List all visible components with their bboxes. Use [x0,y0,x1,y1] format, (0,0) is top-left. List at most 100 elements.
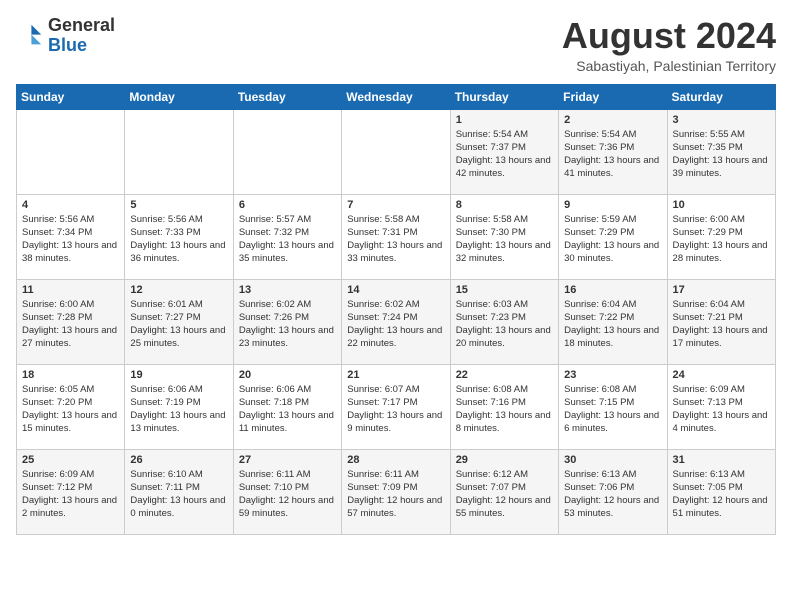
day-detail: Sunrise: 6:08 AMSunset: 7:15 PMDaylight:… [564,383,661,436]
day-number: 31 [673,454,770,466]
day-number: 22 [456,369,553,381]
day-number: 16 [564,284,661,296]
day-number: 15 [456,284,553,296]
table-row: 15 Sunrise: 6:03 AMSunset: 7:23 PMDaylig… [450,279,558,364]
table-row [342,109,450,194]
day-detail: Sunrise: 6:03 AMSunset: 7:23 PMDaylight:… [456,298,553,351]
header-wednesday: Wednesday [342,84,450,109]
table-row: 8 Sunrise: 5:58 AMSunset: 7:30 PMDayligh… [450,194,558,279]
day-detail: Sunrise: 6:12 AMSunset: 7:07 PMDaylight:… [456,468,553,521]
page-header: General Blue August 2024 Sabastiyah, Pal… [16,16,776,74]
table-row: 2 Sunrise: 5:54 AMSunset: 7:36 PMDayligh… [559,109,667,194]
logo-icon [16,22,44,50]
day-number: 3 [673,114,770,126]
header-sunday: Sunday [17,84,125,109]
table-row: 22 Sunrise: 6:08 AMSunset: 7:16 PMDaylig… [450,364,558,449]
day-detail: Sunrise: 6:04 AMSunset: 7:21 PMDaylight:… [673,298,770,351]
day-number: 24 [673,369,770,381]
table-row: 17 Sunrise: 6:04 AMSunset: 7:21 PMDaylig… [667,279,775,364]
logo-text: General Blue [48,16,115,56]
week-row-5: 25 Sunrise: 6:09 AMSunset: 7:12 PMDaylig… [17,449,776,534]
day-detail: Sunrise: 5:55 AMSunset: 7:35 PMDaylight:… [673,128,770,181]
day-detail: Sunrise: 5:58 AMSunset: 7:31 PMDaylight:… [347,213,444,266]
calendar-table: Sunday Monday Tuesday Wednesday Thursday… [16,84,776,535]
table-row: 25 Sunrise: 6:09 AMSunset: 7:12 PMDaylig… [17,449,125,534]
day-number: 4 [22,199,119,211]
table-row: 23 Sunrise: 6:08 AMSunset: 7:15 PMDaylig… [559,364,667,449]
table-row: 21 Sunrise: 6:07 AMSunset: 7:17 PMDaylig… [342,364,450,449]
table-row: 29 Sunrise: 6:12 AMSunset: 7:07 PMDaylig… [450,449,558,534]
day-detail: Sunrise: 6:07 AMSunset: 7:17 PMDaylight:… [347,383,444,436]
day-number: 19 [130,369,227,381]
week-row-2: 4 Sunrise: 5:56 AMSunset: 7:34 PMDayligh… [17,194,776,279]
day-detail: Sunrise: 6:08 AMSunset: 7:16 PMDaylight:… [456,383,553,436]
table-row: 26 Sunrise: 6:10 AMSunset: 7:11 PMDaylig… [125,449,233,534]
table-row: 4 Sunrise: 5:56 AMSunset: 7:34 PMDayligh… [17,194,125,279]
table-row: 5 Sunrise: 5:56 AMSunset: 7:33 PMDayligh… [125,194,233,279]
day-detail: Sunrise: 6:09 AMSunset: 7:13 PMDaylight:… [673,383,770,436]
logo: General Blue [16,16,115,56]
day-detail: Sunrise: 5:56 AMSunset: 7:33 PMDaylight:… [130,213,227,266]
table-row [17,109,125,194]
table-row: 28 Sunrise: 6:11 AMSunset: 7:09 PMDaylig… [342,449,450,534]
table-row: 19 Sunrise: 6:06 AMSunset: 7:19 PMDaylig… [125,364,233,449]
table-row: 3 Sunrise: 5:55 AMSunset: 7:35 PMDayligh… [667,109,775,194]
table-row: 7 Sunrise: 5:58 AMSunset: 7:31 PMDayligh… [342,194,450,279]
header-monday: Monday [125,84,233,109]
day-detail: Sunrise: 6:11 AMSunset: 7:09 PMDaylight:… [347,468,444,521]
weekday-header-row: Sunday Monday Tuesday Wednesday Thursday… [17,84,776,109]
day-number: 12 [130,284,227,296]
day-detail: Sunrise: 6:01 AMSunset: 7:27 PMDaylight:… [130,298,227,351]
header-tuesday: Tuesday [233,84,341,109]
table-row: 27 Sunrise: 6:11 AMSunset: 7:10 PMDaylig… [233,449,341,534]
table-row: 31 Sunrise: 6:13 AMSunset: 7:05 PMDaylig… [667,449,775,534]
day-detail: Sunrise: 5:54 AMSunset: 7:36 PMDaylight:… [564,128,661,181]
day-detail: Sunrise: 6:02 AMSunset: 7:24 PMDaylight:… [347,298,444,351]
day-number: 9 [564,199,661,211]
day-detail: Sunrise: 6:02 AMSunset: 7:26 PMDaylight:… [239,298,336,351]
day-detail: Sunrise: 6:06 AMSunset: 7:19 PMDaylight:… [130,383,227,436]
day-detail: Sunrise: 6:04 AMSunset: 7:22 PMDaylight:… [564,298,661,351]
day-number: 11 [22,284,119,296]
table-row: 24 Sunrise: 6:09 AMSunset: 7:13 PMDaylig… [667,364,775,449]
table-row [125,109,233,194]
table-row: 14 Sunrise: 6:02 AMSunset: 7:24 PMDaylig… [342,279,450,364]
day-number: 17 [673,284,770,296]
title-area: August 2024 Sabastiyah, Palestinian Terr… [562,16,776,74]
day-number: 2 [564,114,661,126]
day-detail: Sunrise: 5:57 AMSunset: 7:32 PMDaylight:… [239,213,336,266]
day-detail: Sunrise: 6:13 AMSunset: 7:06 PMDaylight:… [564,468,661,521]
day-number: 23 [564,369,661,381]
table-row: 10 Sunrise: 6:00 AMSunset: 7:29 PMDaylig… [667,194,775,279]
table-row: 9 Sunrise: 5:59 AMSunset: 7:29 PMDayligh… [559,194,667,279]
header-saturday: Saturday [667,84,775,109]
day-number: 1 [456,114,553,126]
day-number: 14 [347,284,444,296]
day-detail: Sunrise: 6:09 AMSunset: 7:12 PMDaylight:… [22,468,119,521]
day-number: 21 [347,369,444,381]
day-detail: Sunrise: 6:10 AMSunset: 7:11 PMDaylight:… [130,468,227,521]
table-row: 30 Sunrise: 6:13 AMSunset: 7:06 PMDaylig… [559,449,667,534]
table-row: 11 Sunrise: 6:00 AMSunset: 7:28 PMDaylig… [17,279,125,364]
day-detail: Sunrise: 6:06 AMSunset: 7:18 PMDaylight:… [239,383,336,436]
day-detail: Sunrise: 6:05 AMSunset: 7:20 PMDaylight:… [22,383,119,436]
day-detail: Sunrise: 6:00 AMSunset: 7:28 PMDaylight:… [22,298,119,351]
day-number: 8 [456,199,553,211]
calendar-title: August 2024 [562,16,776,56]
week-row-4: 18 Sunrise: 6:05 AMSunset: 7:20 PMDaylig… [17,364,776,449]
day-number: 26 [130,454,227,466]
week-row-3: 11 Sunrise: 6:00 AMSunset: 7:28 PMDaylig… [17,279,776,364]
day-number: 25 [22,454,119,466]
day-detail: Sunrise: 6:13 AMSunset: 7:05 PMDaylight:… [673,468,770,521]
day-number: 13 [239,284,336,296]
calendar-subtitle: Sabastiyah, Palestinian Territory [562,58,776,74]
day-number: 27 [239,454,336,466]
day-detail: Sunrise: 6:00 AMSunset: 7:29 PMDaylight:… [673,213,770,266]
day-number: 7 [347,199,444,211]
day-number: 5 [130,199,227,211]
header-friday: Friday [559,84,667,109]
table-row [233,109,341,194]
table-row: 16 Sunrise: 6:04 AMSunset: 7:22 PMDaylig… [559,279,667,364]
table-row: 1 Sunrise: 5:54 AMSunset: 7:37 PMDayligh… [450,109,558,194]
table-row: 20 Sunrise: 6:06 AMSunset: 7:18 PMDaylig… [233,364,341,449]
